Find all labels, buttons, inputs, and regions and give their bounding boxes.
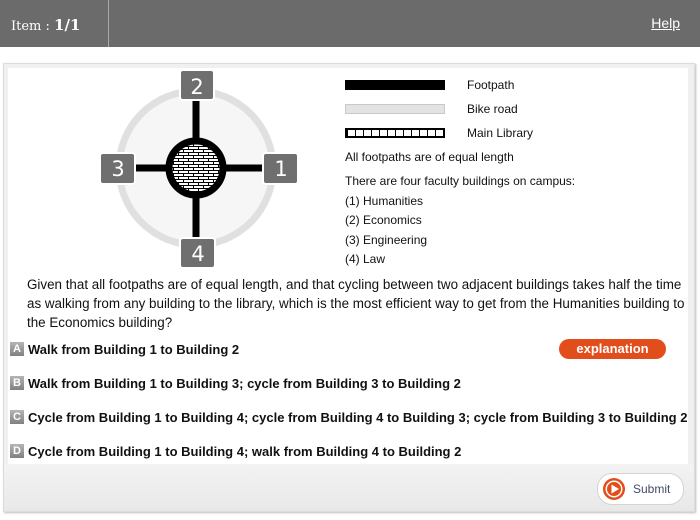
main-library-swatch	[345, 128, 445, 138]
play-icon	[603, 478, 625, 500]
option-text: Walk from Building 1 to Building 3; cycl…	[28, 375, 461, 391]
building-4-label: 4	[191, 242, 204, 266]
building-3: 3	[99, 152, 136, 185]
building-2: 2	[179, 69, 215, 101]
submit-button[interactable]: Submit	[597, 473, 684, 505]
bike-road-swatch	[345, 104, 445, 114]
main-library	[165, 137, 227, 199]
buildings-intro: There are four faculty buildings on camp…	[345, 174, 576, 188]
option-letter-badge: A	[10, 342, 24, 356]
footpath-swatch	[345, 80, 445, 90]
building-list-item: (2) Economics	[345, 213, 422, 227]
question-content: 2 3 1 4 Footpath Bike road Main Library …	[8, 68, 688, 464]
option-text: Cycle from Building 1 to Building 4; cyc…	[28, 409, 688, 425]
legend-label: Bike road	[467, 102, 518, 116]
building-list-item: (1) Humanities	[345, 194, 424, 208]
building-list-item: (4) Law	[345, 252, 386, 266]
campus-diagram: 2 3 1 4	[99, 69, 299, 269]
explanation-button[interactable]: explanation	[559, 339, 666, 359]
help-link[interactable]: Help	[651, 15, 680, 31]
item-counter: Item : 1/1	[11, 16, 81, 34]
building-list-item: (3) Engineering	[345, 233, 428, 247]
option-letter-badge: C	[10, 410, 24, 424]
footer-bar: Submit	[4, 464, 694, 511]
building-2-label: 2	[190, 75, 203, 99]
legend-label: Footpath	[467, 78, 515, 92]
option-c[interactable]: C Cycle from Building 1 to Building 4; c…	[10, 408, 687, 426]
item-counter-box: Item : 1/1	[0, 0, 109, 47]
legend-label: Main Library	[467, 126, 534, 140]
option-text: Walk from Building 1 to Building 2	[28, 341, 240, 357]
top-bar: Item : 1/1 Help	[0, 0, 700, 47]
building-3-label: 3	[111, 157, 124, 181]
option-a[interactable]: A Walk from Building 1 to Building 2	[10, 340, 239, 358]
footpath-note: All footpaths are of equal length	[345, 150, 514, 164]
question-text: Given that all footpaths are of equal le…	[27, 277, 685, 330]
option-d[interactable]: D Cycle from Building 1 to Building 4; w…	[10, 442, 461, 460]
option-letter-badge: D	[10, 444, 24, 458]
building-4: 4	[179, 237, 216, 269]
submit-label: Submit	[633, 482, 671, 496]
option-b[interactable]: B Walk from Building 1 to Building 3; cy…	[10, 374, 461, 392]
option-letter-badge: B	[10, 376, 24, 390]
building-1: 1	[262, 152, 299, 185]
building-1-label: 1	[274, 157, 287, 181]
option-text: Cycle from Building 1 to Building 4; wal…	[28, 443, 462, 459]
question-panel: 2 3 1 4 Footpath Bike road Main Library …	[3, 63, 695, 512]
